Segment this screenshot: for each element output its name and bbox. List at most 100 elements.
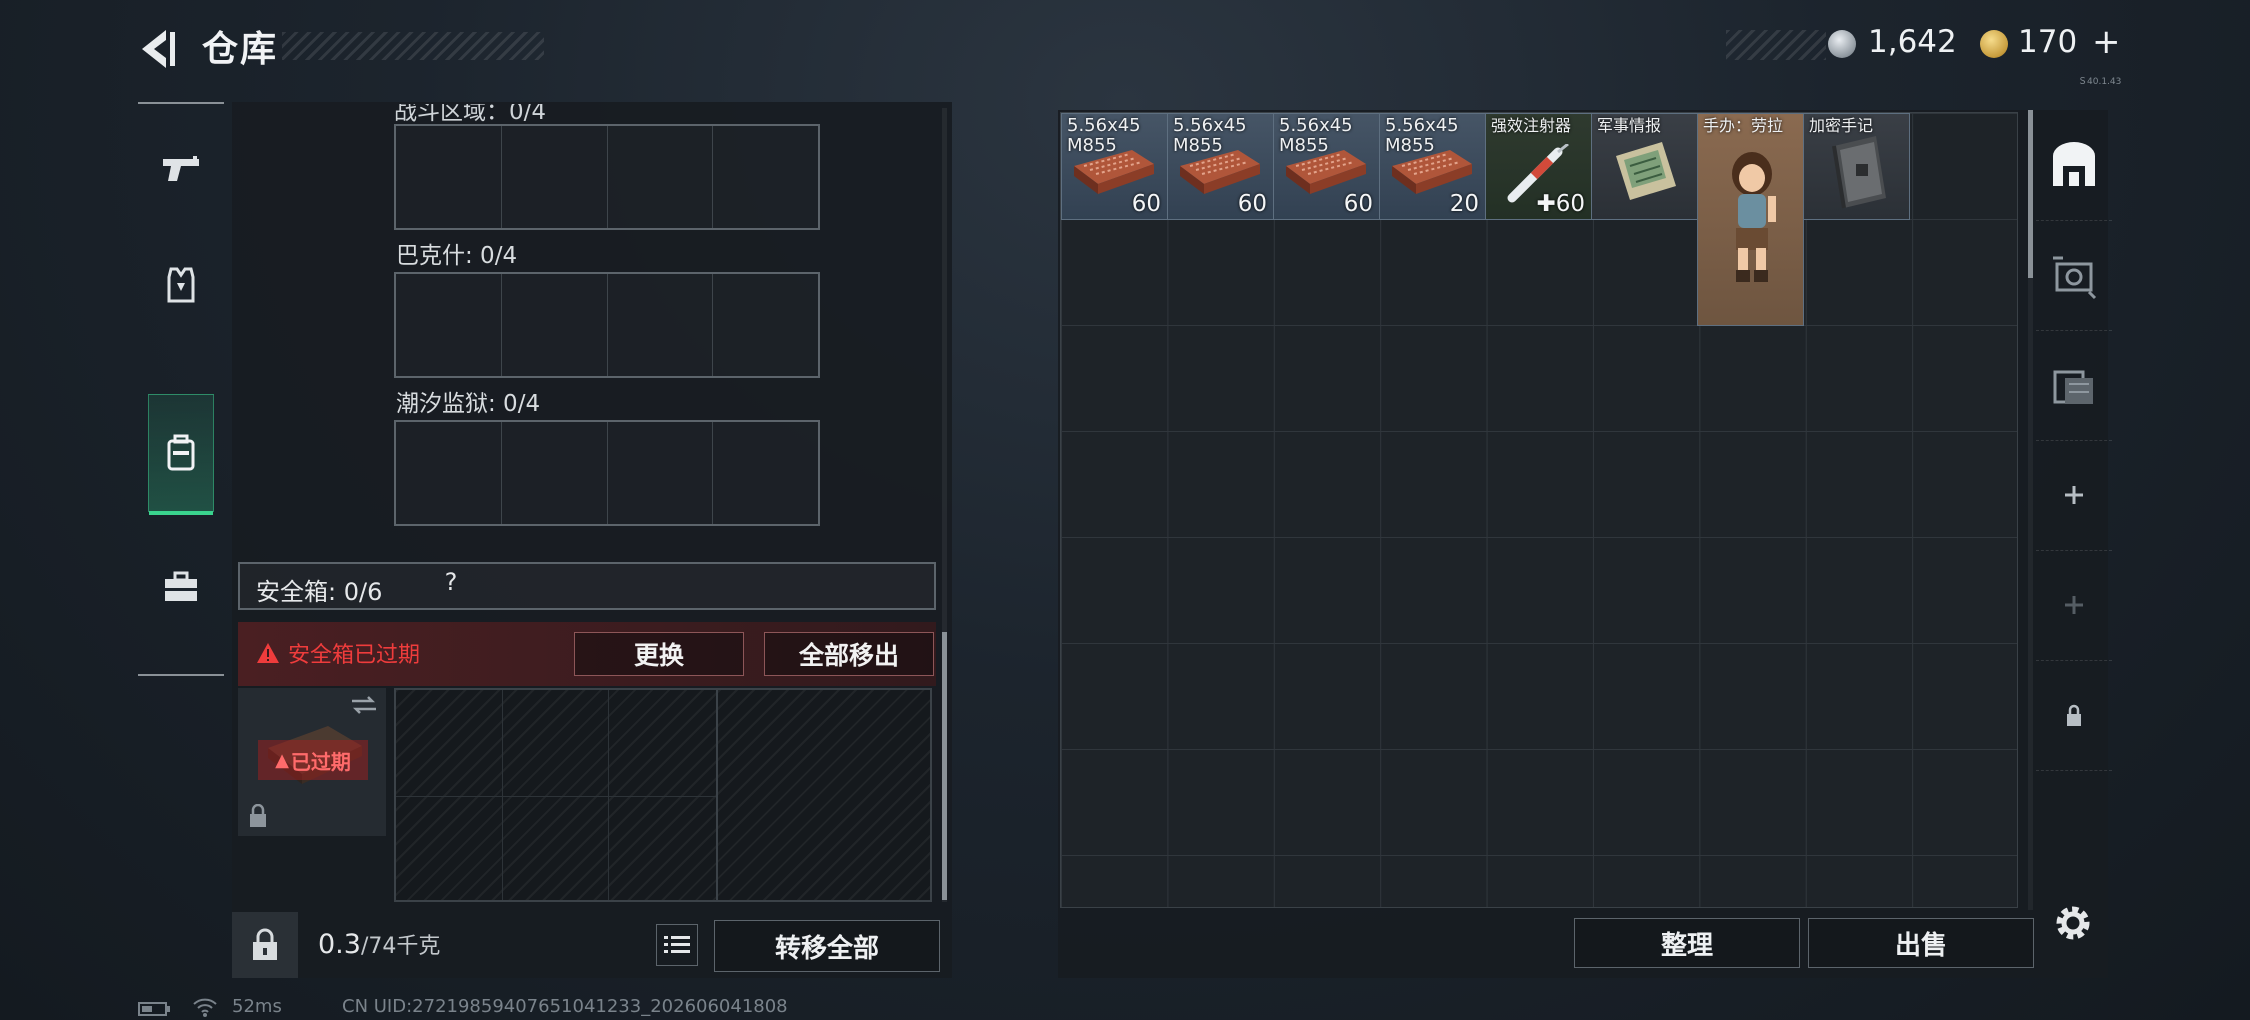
category-bar <box>138 102 224 676</box>
item-quantity: ✚60 <box>1536 191 1585 217</box>
backpack-icon <box>167 434 195 471</box>
expired-text: 安全箱已过期 <box>288 643 421 668</box>
stash-tab-storage[interactable] <box>2036 330 2112 441</box>
lock-icon <box>253 928 277 960</box>
ping-text: 52ms <box>232 996 282 1017</box>
grid-cell[interactable] <box>502 274 608 376</box>
grid-divider <box>716 690 718 900</box>
item-name: 军事情报 <box>1597 116 1662 135</box>
grid-cell[interactable] <box>713 274 818 376</box>
currency-decoration <box>1726 30 1826 60</box>
toolbox-icon <box>165 571 197 601</box>
item-name: 强效注射器 <box>1491 116 1572 135</box>
stash-crate-icon <box>2053 370 2093 404</box>
status-bar: 52ms CN UID:272198594076510412​33_202606… <box>138 996 938 1020</box>
list-icon <box>664 936 690 953</box>
sell-button[interactable]: 出售 <box>1808 918 2034 968</box>
add-stash-tab-disabled[interactable] <box>2036 550 2112 661</box>
stash-tab-main[interactable] <box>2036 110 2112 221</box>
container-grid-2[interactable] <box>394 272 820 378</box>
safe-box-title: 安全箱: 0/6 <box>256 578 383 606</box>
stash-item-figure[interactable]: 手办：劳拉 <box>1697 113 1804 326</box>
expired-warning-bar: 安全箱已过期 更换 全部移出 <box>238 622 936 686</box>
grid-cell[interactable] <box>502 126 608 228</box>
silver-amount: 1,642 <box>1868 24 1957 60</box>
stash-item-ammo[interactable]: 5.56x45 M855 60 <box>1273 113 1380 220</box>
stash-grid[interactable]: 5.56x45 M855 60 5.56x45 M855 60 5.56x45 … <box>1060 112 2018 908</box>
grid-cell[interactable] <box>396 126 502 228</box>
stash-panel: 5.56x45 M855 60 5.56x45 M855 60 5.56x45 … <box>1058 110 2108 978</box>
item-quantity: 60 <box>1131 191 1161 217</box>
grid-cell[interactable] <box>713 126 818 228</box>
list-view-button[interactable] <box>656 924 698 966</box>
scrollbar-thumb[interactable] <box>2028 110 2033 278</box>
backpack-footer: 0.3/74千克 转移全部 <box>232 912 952 978</box>
case-expired-badge: ▲ 已过期 <box>258 740 368 780</box>
container-label-tidal-prison: 潮汐监狱: 0/4 <box>396 391 541 417</box>
weight-max: /74千克 <box>360 934 441 959</box>
container-grid-1[interactable] <box>394 124 820 230</box>
grid-cell[interactable] <box>608 422 714 524</box>
item-quantity: 60 <box>1237 191 1267 217</box>
grid-divider <box>502 690 503 900</box>
replace-button[interactable]: 更换 <box>574 632 744 676</box>
item-quantity: 60 <box>1343 191 1373 217</box>
wifi-icon <box>193 998 217 1017</box>
vest-icon <box>167 267 195 303</box>
safe-case-slot[interactable]: ▲ 已过期 <box>238 688 386 836</box>
weapons-tab[interactable] <box>148 110 214 228</box>
stash-side-tabs <box>2036 110 2112 790</box>
stash-tab-secondary[interactable] <box>2036 220 2112 331</box>
container-label-bakhsh: 巴克什: 0/4 <box>396 243 518 269</box>
add-stash-tab[interactable] <box>2036 440 2112 551</box>
grid-divider <box>396 796 716 797</box>
scrollbar-thumb[interactable] <box>942 632 947 900</box>
grid-cell[interactable] <box>502 422 608 524</box>
swap-icon[interactable] <box>350 694 378 716</box>
move-all-out-button[interactable]: 全部移出 <box>764 632 934 676</box>
gold-amount: 170 <box>2018 24 2078 60</box>
notebook-icon <box>1832 136 1886 209</box>
container-grid-3[interactable] <box>394 420 820 526</box>
stash-item-ammo[interactable]: 5.56x45 M855 60 <box>1061 113 1168 220</box>
stash-item-ammo[interactable]: 5.56x45 M855 20 <box>1379 113 1486 220</box>
plus-icon <box>2065 596 2083 614</box>
safe-box-grid[interactable] <box>394 688 932 902</box>
item-name: 5.56x45 M855 <box>1385 115 1459 156</box>
lock-icon <box>2067 704 2081 726</box>
stash-item-ammo[interactable]: 5.56x45 M855 60 <box>1167 113 1274 220</box>
lara-figure-icon <box>1732 152 1776 282</box>
stash-item-injector[interactable]: 强效注射器 ✚60 <box>1485 113 1592 220</box>
plus-icon <box>2065 486 2083 504</box>
uid-text: CN UID:272198594076510412​33_20260604180… <box>342 996 788 1017</box>
grid-cell[interactable] <box>608 274 714 376</box>
weight-current: 0.3 <box>318 929 361 960</box>
help-button[interactable]: ? <box>436 568 466 596</box>
armor-tab[interactable] <box>148 226 214 344</box>
backpack-tab[interactable] <box>148 394 214 515</box>
gear-icon[interactable] <box>2048 898 2098 948</box>
case-expired-label: 已过期 <box>290 749 351 774</box>
transfer-all-button[interactable]: 转移全部 <box>714 920 940 972</box>
gold-coin-icon <box>1980 30 2008 58</box>
battery-icon <box>138 1002 170 1016</box>
grid-cell[interactable] <box>713 422 818 524</box>
toolbox-tab[interactable] <box>148 528 214 646</box>
add-currency-button[interactable]: + <box>2092 22 2121 62</box>
item-name: 加密手记 <box>1809 116 1874 135</box>
stash-item-intel[interactable]: 军事情报 <box>1591 113 1698 220</box>
organize-button[interactable]: 整理 <box>1574 918 1800 968</box>
stash-vault-icon <box>2053 256 2097 300</box>
item-name: 5.56x45 M855 <box>1279 115 1353 156</box>
grid-cell[interactable] <box>396 422 502 524</box>
stash-item-notebook[interactable]: 加密手记 <box>1803 113 1910 220</box>
locked-stash-tab[interactable] <box>2036 660 2112 771</box>
page-title: 仓库 <box>202 29 279 70</box>
grid-cell[interactable] <box>396 274 502 376</box>
lock-button[interactable] <box>232 912 298 978</box>
currency-bar: 1,642 170 + <box>1726 22 2122 62</box>
intel-document-icon <box>1616 142 1676 200</box>
lock-icon <box>250 804 266 827</box>
grid-cell[interactable] <box>608 126 714 228</box>
back-arrow-icon[interactable] <box>136 26 182 72</box>
